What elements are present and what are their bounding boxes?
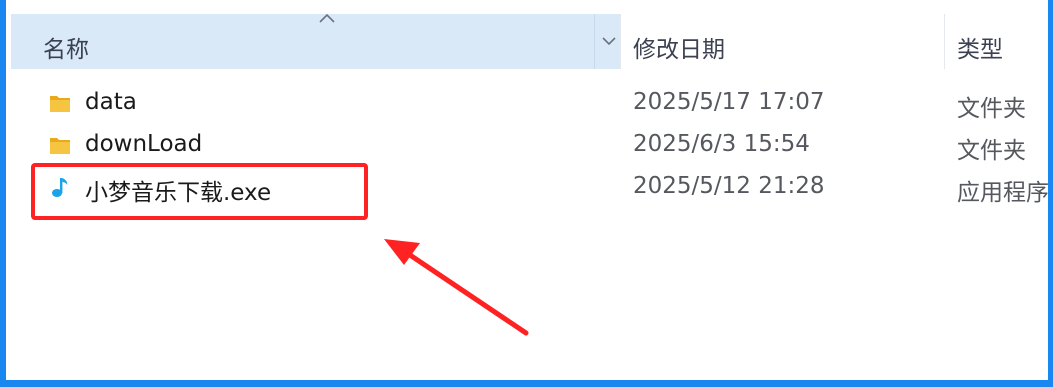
column-header-date-modified[interactable]: 修改日期 — [633, 30, 725, 64]
folder-icon — [50, 138, 70, 154]
file-date-modified: 2025/6/3 15:54 — [633, 131, 810, 157]
column-separator[interactable] — [944, 14, 945, 69]
file-name: data — [85, 89, 137, 115]
file-explorer-window: 名称 修改日期 类型 data 2025/5/17 17:07 文件夹 down… — [0, 0, 1053, 387]
file-row-download[interactable]: downLoad 2025/6/3 15:54 文件夹 — [6, 124, 1048, 164]
file-row-data[interactable]: data 2025/5/17 17:07 文件夹 — [6, 82, 1048, 122]
file-date-modified: 2025/5/17 17:07 — [633, 89, 825, 115]
sort-ascending-icon — [319, 13, 335, 23]
file-date-modified: 2025/5/12 21:28 — [633, 173, 825, 199]
column-header-type[interactable]: 类型 — [957, 30, 1003, 64]
annotation-arrow-icon — [384, 239, 529, 336]
file-type: 文件夹 — [957, 96, 1026, 122]
column-header-name-label: 名称 — [43, 37, 89, 63]
file-type: 应用程序 — [957, 180, 1049, 206]
file-name: downLoad — [85, 131, 203, 157]
column-header-row: 名称 修改日期 类型 — [6, 0, 1048, 69]
column-separator[interactable] — [620, 14, 621, 69]
chevron-down-icon[interactable] — [600, 34, 618, 48]
folder-icon — [50, 96, 70, 112]
column-header-name[interactable]: 名称 — [11, 13, 620, 69]
column-header-divider — [594, 14, 595, 69]
file-type: 文件夹 — [957, 138, 1026, 164]
annotation-highlight-box — [31, 163, 368, 220]
